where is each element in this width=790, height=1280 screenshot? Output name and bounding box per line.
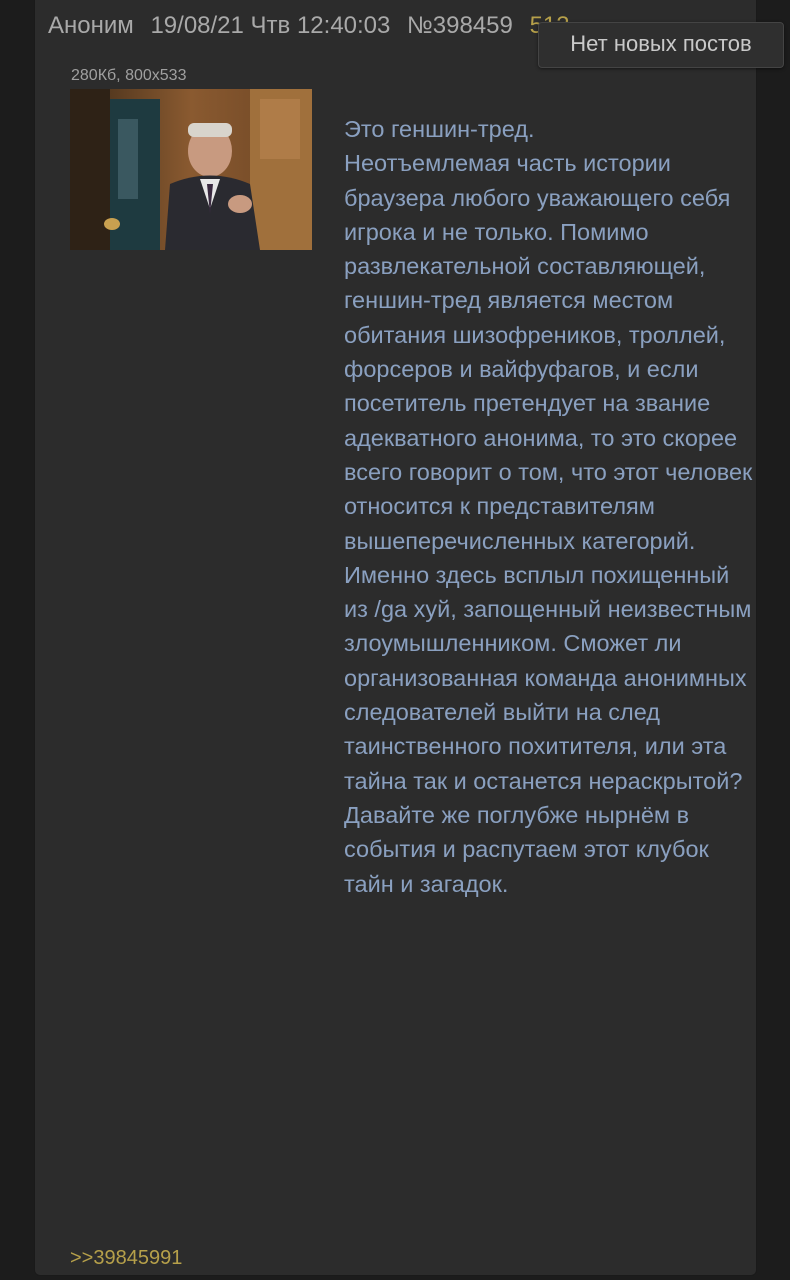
post-author: Аноним xyxy=(48,12,134,39)
post-message: Это геншин-тред. Неотъемлемая часть исто… xyxy=(344,116,753,897)
reply-link[interactable]: >>39845991 xyxy=(70,1244,182,1272)
post-number[interactable]: №398459 xyxy=(407,10,513,42)
thumbnail-picture xyxy=(70,89,312,250)
file-info: 280Кб, 800x533 xyxy=(71,67,187,84)
post-date: 19/08/21 Чтв 12:40:03 xyxy=(150,12,391,39)
no-new-posts-toast: Нет новых постов xyxy=(538,22,784,68)
post-image-thumbnail[interactable] xyxy=(70,89,312,250)
